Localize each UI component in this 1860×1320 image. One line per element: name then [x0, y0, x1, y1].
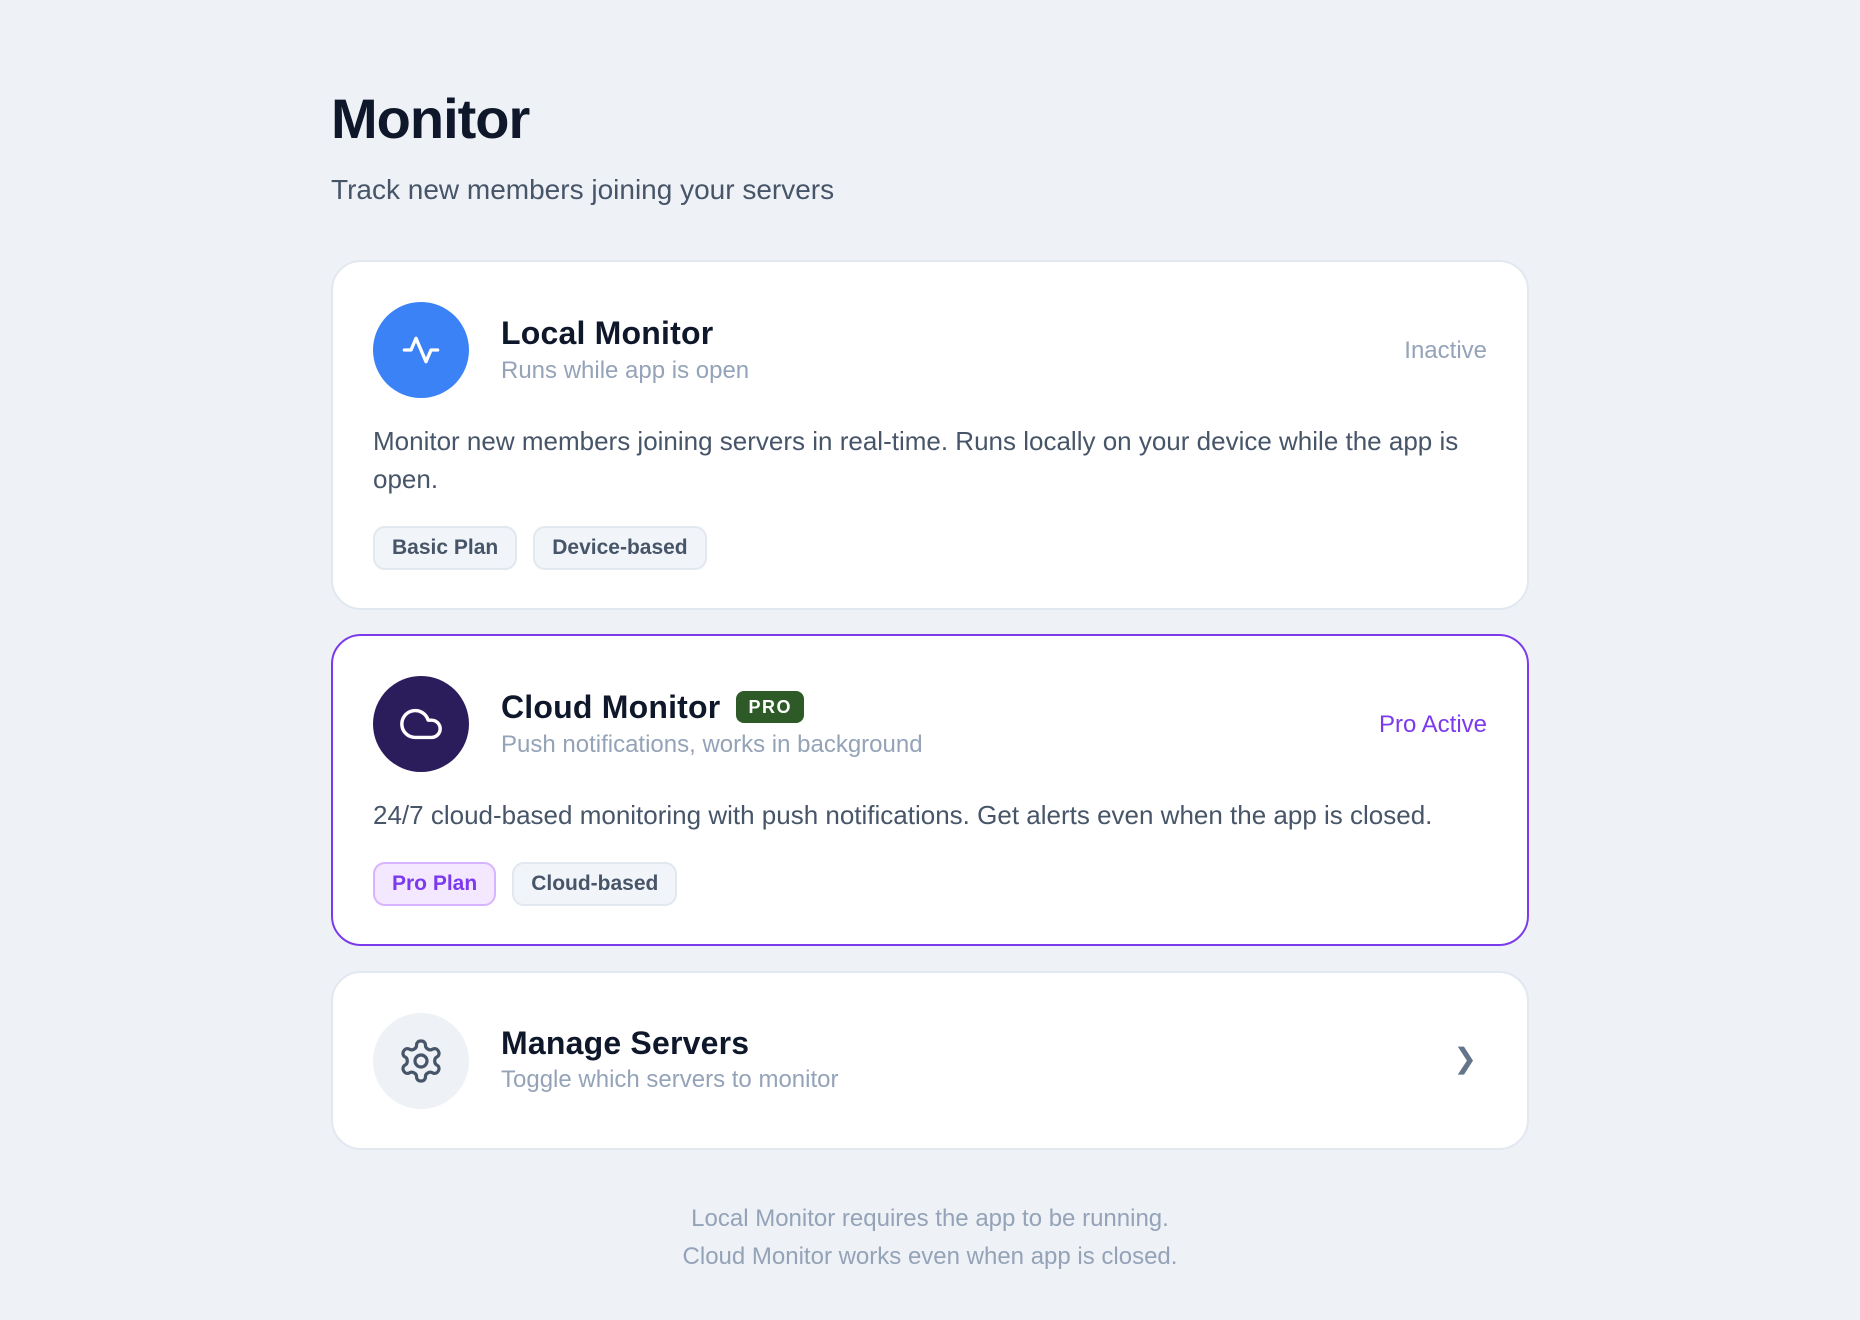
cloud-monitor-tags: Pro Plan Cloud-based — [373, 862, 678, 906]
page-title: Monitor — [331, 87, 530, 150]
cloud-monitor-title-row: Cloud Monitor PRO — [501, 686, 804, 728]
cloud-icon — [373, 676, 469, 772]
local-monitor-card[interactable]: Local Monitor Runs while app is open Ina… — [331, 260, 1529, 610]
cloud-monitor-card[interactable]: Cloud Monitor PRO Push notifications, wo… — [331, 634, 1529, 946]
manage-servers-title: Manage Servers — [501, 1025, 750, 1061]
footer-line-cloud: Cloud Monitor works even when app is clo… — [682, 1243, 1178, 1270]
footer-note: Local Monitor requires the app to be run… — [331, 1200, 1529, 1276]
manage-servers-subtitle: Toggle which servers to monitor — [501, 1066, 839, 1093]
tag-device-based: Device-based — [533, 526, 707, 570]
manage-servers-button[interactable]: Manage Servers Toggle which servers to m… — [331, 971, 1529, 1150]
local-monitor-title-row: Local Monitor — [501, 312, 713, 354]
local-monitor-status: Inactive — [1404, 337, 1487, 364]
cloud-monitor-subtitle: Push notifications, works in background — [501, 731, 923, 758]
tag-pro-plan: Pro Plan — [373, 862, 497, 906]
tag-cloud-based: Cloud-based — [512, 862, 678, 906]
local-monitor-title: Local Monitor — [501, 315, 714, 351]
local-monitor-subtitle: Runs while app is open — [501, 357, 750, 384]
footer-line-local: Local Monitor requires the app to be run… — [691, 1205, 1169, 1232]
gear-icon — [373, 1013, 469, 1109]
activity-icon — [373, 302, 469, 398]
local-monitor-tags: Basic Plan Device-based — [373, 526, 707, 570]
page-subtitle: Track new members joining your servers — [331, 174, 835, 205]
cloud-monitor-title: Cloud Monitor — [501, 689, 721, 725]
tag-basic-plan: Basic Plan — [373, 526, 518, 570]
manage-servers-title-row: Manage Servers — [501, 1022, 749, 1064]
chevron-right-icon: ❯ — [1453, 1043, 1477, 1074]
pro-badge: PRO — [736, 691, 804, 723]
cloud-monitor-status: Pro Active — [1378, 711, 1487, 738]
local-monitor-description: Monitor new members joining servers in r… — [373, 426, 1459, 494]
cloud-monitor-description: 24/7 cloud-based monitoring with push no… — [373, 800, 1433, 830]
